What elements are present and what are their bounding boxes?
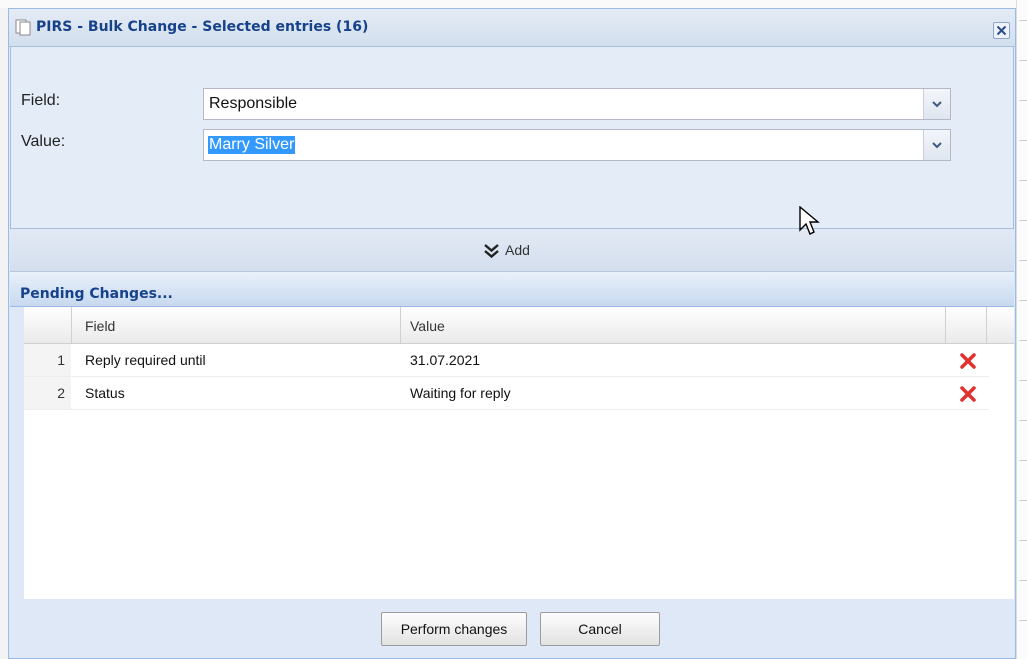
pending-changes-title: Pending Changes... [20,286,173,302]
row-value: Waiting for reply [410,385,511,401]
pending-changes-grid: Field Value 1 Reply required until 31.07… [24,307,1014,599]
perform-changes-button[interactable]: Perform changes [381,612,527,646]
row-field: Status [85,385,125,401]
row-number: 1 [57,352,65,368]
close-icon[interactable] [993,22,1010,39]
add-button-label: Add [505,242,530,258]
chevron-down-icon[interactable] [923,89,950,119]
field-combobox-value: Responsible [209,95,298,112]
column-header-field[interactable]: Field [85,318,115,334]
field-combobox[interactable]: Responsible [203,88,951,120]
value-combobox[interactable]: Marry Silver [203,129,951,161]
field-label: Field: [21,92,61,109]
row-value: 31.07.2021 [410,352,481,368]
change-form-panel: Field: Responsible Value: Marry Silver [10,46,1014,229]
value-combobox-value: Marry Silver [208,136,296,154]
dialog-titlebar[interactable]: PIRS - Bulk Change - Selected entries (1… [9,9,1015,47]
add-toolbar: Add [10,230,1014,272]
pending-changes-header: Pending Changes... [10,272,1014,307]
pages-icon [15,19,33,36]
table-row[interactable]: 2 Status Waiting for reply [24,377,989,410]
dialog-title: PIRS - Bulk Change - Selected entries (1… [36,19,369,35]
double-chevron-down-icon [484,244,499,259]
delete-row-icon[interactable] [959,385,977,403]
mouse-pointer-icon [799,206,820,235]
dialog-footer: Perform changes Cancel [10,599,1014,658]
row-number: 2 [57,385,65,401]
table-row[interactable]: 1 Reply required until 31.07.2021 [24,344,989,377]
grid-header: Field Value [24,307,1014,344]
row-field: Reply required until [85,352,206,368]
column-header-value[interactable]: Value [410,318,445,334]
chevron-down-icon[interactable] [923,130,950,160]
background-window-right [1016,0,1027,659]
background-window-strip [0,0,1027,8]
value-label: Value: [21,133,66,150]
delete-row-icon[interactable] [959,352,977,370]
cancel-button[interactable]: Cancel [540,612,660,646]
bulk-change-dialog: PIRS - Bulk Change - Selected entries (1… [8,8,1016,659]
